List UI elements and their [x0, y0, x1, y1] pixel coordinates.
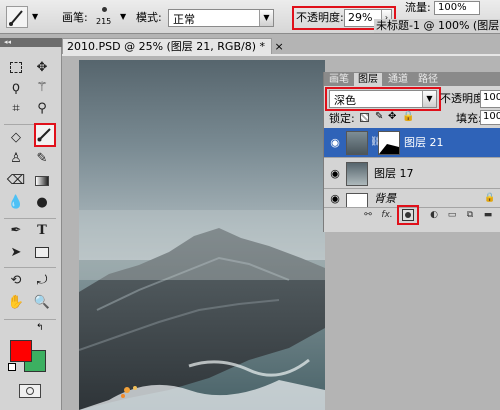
layer-opacity-value: 100% — [483, 92, 500, 103]
toolbox-divider — [4, 267, 56, 268]
flow-label: 流量: — [405, 1, 431, 14]
add-mask-highlight — [397, 205, 419, 225]
swap-colors-icon[interactable]: ↰ — [36, 323, 44, 333]
crop-tool-icon[interactable]: ⌗ — [6, 99, 26, 119]
dodge-tool-icon[interactable]: ● — [32, 193, 52, 213]
visibility-eye-icon[interactable]: ◉ — [328, 192, 342, 206]
document-tab[interactable]: 2010.PSD @ 25% (图层 21, RGB/8) * × — [62, 38, 284, 54]
chevron-down-icon: ▼ — [259, 10, 273, 26]
flow-value: 100% — [438, 2, 467, 13]
zoom-tool-icon[interactable]: 🔍 — [32, 293, 52, 313]
fx-icon[interactable]: fx. — [381, 209, 393, 221]
toolbox: ◂◂ ✥ ϙ ⚚ ⌗ ⚲ ◇ ♙ ✎ ⌫ 💧 ● ✒ T ➤ ⟲ ⤾ ✋ 🔍 ↰ — [0, 38, 62, 410]
new-layer-icon[interactable]: ⧉ — [464, 209, 476, 221]
document-canvas[interactable] — [79, 60, 325, 410]
brush-size-value: 215 — [96, 17, 112, 26]
mode-value: 正常 — [173, 13, 195, 26]
canvas-artwork — [79, 210, 325, 410]
fill-input[interactable]: 100% — [480, 110, 500, 125]
magic-wand-tool-icon[interactable]: ⚚ — [32, 78, 52, 98]
toolbox-header[interactable]: ◂◂ — [0, 38, 62, 47]
layers-panel: 画笔 图层 通道 路径 深色 ▼ 不透明度: 100% 锁定: ✎ ✥ 🔒 填充… — [323, 72, 500, 232]
layer-opacity-input[interactable]: 100% — [480, 90, 500, 108]
document-tab-title: 2010.PSD @ 25% (图层 21, RGB/8) * — [67, 40, 265, 53]
type-tool-icon[interactable]: T — [32, 221, 52, 241]
layer-name: 背景 — [374, 192, 396, 205]
brush-tool-preset-icon[interactable] — [6, 6, 28, 28]
visibility-eye-icon[interactable]: ◉ — [328, 136, 342, 150]
3d-orbit-tool-icon[interactable]: ⤾ — [32, 271, 52, 291]
tab-layers[interactable]: 图层 — [354, 73, 382, 86]
move-tool-icon[interactable]: ✥ — [32, 58, 52, 78]
tab-channels[interactable]: 通道 — [384, 73, 412, 86]
toolbox-divider — [4, 319, 56, 320]
lock-label: 锁定: — [329, 112, 355, 125]
eraser-tool-icon[interactable]: ⌫ — [6, 171, 26, 191]
layer-mask-thumbnail[interactable] — [378, 131, 400, 155]
visibility-eye-icon[interactable]: ◉ — [328, 167, 342, 181]
fill-label: 填充: — [456, 112, 482, 125]
foreground-color-swatch[interactable] — [10, 340, 32, 362]
flow-input[interactable]: 100% — [434, 1, 480, 15]
3d-rotate-tool-icon[interactable]: ⟲ — [6, 271, 26, 291]
lock-icon: 🔒 — [484, 193, 496, 203]
history-brush-tool-icon[interactable]: ✎ — [32, 149, 52, 169]
eyedropper-tool-icon[interactable]: ⚲ — [32, 99, 52, 119]
chevron-down-icon[interactable]: ▼ — [32, 12, 38, 21]
lock-all-icon[interactable]: 🔒 — [402, 111, 414, 122]
options-bar: ▼ 画笔: 215 ▼ 模式: 正常 ▼ 不透明度: 29% › 流量: 100… — [0, 0, 500, 34]
toolbox-divider — [4, 218, 56, 219]
healing-brush-tool-icon[interactable]: ◇ — [6, 128, 26, 148]
brush-label: 画笔: — [62, 11, 88, 24]
mode-label: 模式: — [136, 11, 162, 24]
quick-mask-icon[interactable] — [19, 384, 41, 398]
link-layers-icon[interactable]: ⚯ — [362, 209, 374, 221]
lock-position-icon[interactable]: ✥ — [388, 111, 396, 122]
blend-mode-highlight — [325, 87, 441, 111]
overlapping-window-title: 未标题-1 @ 100% (图层 — [374, 19, 500, 33]
fill-value: 100% — [483, 111, 500, 122]
lock-transparency-icon[interactable] — [360, 113, 369, 122]
lock-pixels-icon[interactable]: ✎ — [375, 111, 383, 122]
brush-tip-icon — [102, 7, 107, 12]
layer-thumbnail — [346, 193, 368, 207]
brush-picker[interactable]: 215 — [92, 5, 120, 29]
tab-paths[interactable]: 路径 — [414, 73, 442, 86]
layer-name: 图层 17 — [374, 167, 414, 180]
chevron-down-icon[interactable]: ▼ — [120, 12, 126, 21]
adjustment-layer-icon[interactable]: ◐ — [428, 209, 440, 221]
delete-layer-icon[interactable]: ▬ — [482, 209, 494, 221]
pen-tool-icon[interactable]: ✒ — [6, 221, 26, 241]
layer-name: 图层 21 — [404, 136, 444, 149]
hand-tool-icon[interactable]: ✋ — [6, 293, 26, 313]
layer-row-21[interactable]: ◉ ⛓ 图层 21 — [324, 128, 500, 158]
path-selection-tool-icon[interactable]: ➤ — [6, 243, 26, 263]
tab-brushes[interactable]: 画笔 — [326, 73, 352, 86]
brush-tool-icon[interactable] — [34, 123, 56, 147]
group-icon[interactable]: ▭ — [446, 209, 458, 221]
rectangle-tool-icon[interactable] — [32, 243, 52, 263]
mode-select[interactable]: 正常 ▼ — [168, 9, 274, 27]
layer-thumbnail — [346, 162, 368, 186]
lasso-tool-icon[interactable]: ϙ — [6, 78, 26, 98]
close-icon[interactable]: × — [275, 40, 284, 53]
panel-tab-bar: 画笔 图层 通道 路径 — [324, 72, 500, 86]
gradient-tool-icon[interactable] — [32, 171, 52, 191]
document-tab-bar — [62, 54, 500, 56]
default-colors-icon[interactable] — [8, 363, 16, 371]
layer-thumbnail — [346, 131, 368, 155]
layer-row-17[interactable]: ◉ 图层 17 — [324, 159, 500, 189]
marquee-tool-icon[interactable] — [6, 58, 26, 78]
clone-stamp-tool-icon[interactable]: ♙ — [6, 149, 26, 169]
blur-tool-icon[interactable]: 💧 — [6, 193, 26, 213]
